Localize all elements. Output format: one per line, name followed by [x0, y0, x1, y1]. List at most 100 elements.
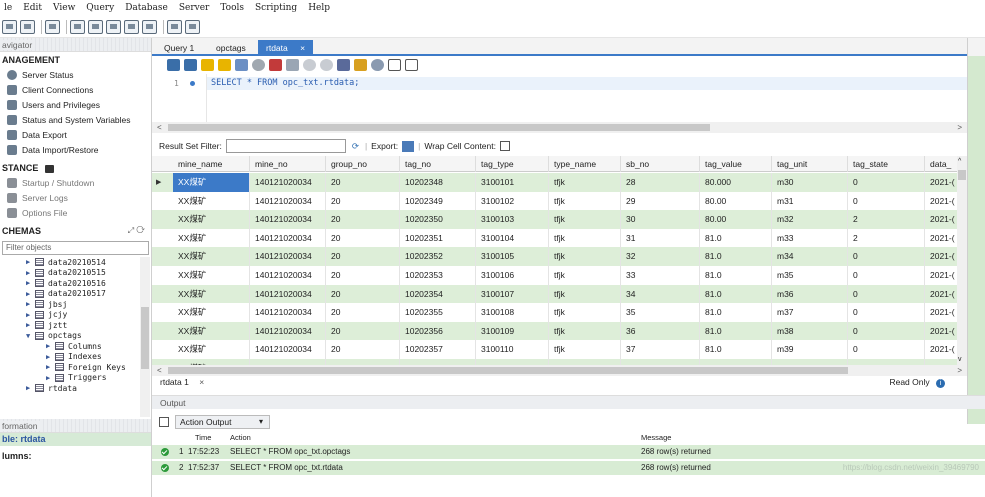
expand-right-icon[interactable]: ▶ [46, 353, 55, 361]
toggle-autocommit-icon[interactable] [286, 59, 299, 71]
expand-right-icon[interactable]: ▶ [26, 321, 35, 329]
table-cell[interactable]: 0 [848, 247, 925, 266]
table-cell[interactable]: 140121020034 [250, 303, 326, 322]
table-cell[interactable]: tfjk [549, 228, 621, 248]
create-function-icon[interactable] [142, 19, 157, 34]
table-cell[interactable]: 10202348 [400, 173, 476, 192]
table-cell[interactable]: 2 [848, 228, 925, 248]
table-cell[interactable]: XX煤矿 [173, 284, 250, 304]
table-cell[interactable]: m30 [772, 173, 848, 192]
menu-item-le[interactable]: le [4, 3, 12, 13]
schema-tree-item[interactable]: ▶ jbsj [0, 299, 151, 310]
expand-down-icon[interactable]: ▼ [26, 332, 35, 340]
table-cell[interactable]: 20 [326, 303, 400, 322]
menu-item-server[interactable]: Server [179, 3, 210, 13]
output-row[interactable]: 2 17:52:37 SELECT * FROM opc_txt.rtdata … [152, 461, 985, 475]
table-cell[interactable]: 10202349 [400, 191, 476, 211]
table-cell[interactable]: 10202355 [400, 303, 476, 322]
table-cell[interactable]: 10202351 [400, 228, 476, 248]
create-table-icon[interactable] [88, 19, 103, 34]
output-type-select[interactable]: Action Output [175, 415, 270, 429]
table-cell[interactable]: 80.000 [700, 173, 772, 192]
schema-tree-item[interactable]: ▶ data20210516 [0, 278, 151, 289]
schema-tree-item[interactable]: ▶ data20210515 [0, 268, 151, 279]
table-cell[interactable]: 20 [326, 173, 400, 192]
expand-right-icon[interactable]: ▶ [26, 384, 35, 392]
table-cell[interactable]: tfjk [549, 284, 621, 304]
table-cell[interactable]: 81.0 [700, 303, 772, 322]
wrap-cell-icon[interactable] [499, 141, 510, 151]
tab-query-1[interactable]: Query 1 [156, 40, 202, 56]
table-cell[interactable]: 20 [326, 321, 400, 341]
table-cell[interactable]: 81.0 [700, 284, 772, 304]
table-cell[interactable]: tfjk [549, 247, 621, 266]
table-cell[interactable]: 140121020034 [250, 228, 326, 248]
table-row[interactable]: ▶ XX煤矿 140121020034 20 10202348 3100101 tfjk 28… [152, 173, 967, 192]
table-row[interactable]: XX煤矿 140121020034 20 10202351 3100104 tfjk 31 8… [152, 228, 967, 248]
schema-tree-item[interactable]: ▶ data20210514 [0, 257, 151, 268]
find-icon[interactable] [371, 59, 384, 71]
rollback-icon[interactable] [320, 59, 333, 71]
expand-right-icon[interactable]: ▶ [26, 290, 35, 298]
table-row[interactable]: XX煤矿 140121020034 20 10202354 3100107 tfjk 34 8… [152, 284, 967, 304]
table-row[interactable]: XX煤矿 140121020034 20 10202349 3100102 tfjk 29 8… [152, 191, 967, 211]
table-cell[interactable]: tfjk [549, 191, 621, 211]
open-sql-script-icon[interactable] [20, 19, 35, 34]
table-row[interactable]: XX煤矿 140121020034 20 10202353 3100106 tfjk 33 8… [152, 266, 967, 285]
sidebar-item-options-file[interactable]: Options File [0, 205, 151, 220]
grid-horizontal-scrollbar[interactable]: < > [152, 365, 967, 376]
tab-rtdata-1[interactable]: rtdata 1 × [160, 377, 204, 387]
table-cell[interactable]: m33 [772, 228, 848, 248]
menu-item-edit[interactable]: Edit [23, 3, 42, 13]
table-cell[interactable]: XX煤矿 [173, 191, 250, 211]
table-cell[interactable]: 20 [326, 228, 400, 248]
expand-right-icon[interactable]: ▶ [26, 279, 35, 287]
table-cell[interactable]: 140121020034 [250, 173, 326, 192]
result-filter-input[interactable] [225, 139, 346, 153]
table-cell[interactable]: 140121020034 [250, 321, 326, 341]
column-header-type_name[interactable]: type_name [549, 156, 621, 172]
table-cell[interactable]: 28 [621, 173, 700, 192]
table-cell[interactable]: 37 [621, 340, 700, 359]
column-header-mine_no[interactable]: mine_no [250, 156, 326, 172]
table-cell[interactable]: tfjk [549, 173, 621, 192]
tab-rtdata[interactable]: rtdata × [258, 40, 314, 56]
table-cell[interactable]: 3100108 [476, 303, 549, 322]
scroll-up-icon[interactable]: ^ [958, 158, 961, 165]
table-cell[interactable]: 3100102 [476, 191, 549, 211]
table-cell[interactable]: 3100105 [476, 247, 549, 266]
table-cell[interactable]: 29 [621, 191, 700, 211]
expand-right-icon[interactable]: ▶ [46, 374, 55, 382]
table-cell[interactable]: 80.00 [700, 210, 772, 229]
grid-vertical-scrollbar[interactable]: ^ v [957, 156, 967, 365]
table-cell[interactable]: 20 [326, 210, 400, 229]
table-cell[interactable]: XX煤矿 [173, 173, 250, 192]
table-cell[interactable]: 20 [326, 284, 400, 304]
table-cell[interactable]: 20 [326, 340, 400, 359]
table-cell[interactable]: 10202357 [400, 340, 476, 359]
schema-refresh-icon[interactable]: ⤢ ⟳ [128, 226, 145, 236]
table-row[interactable]: XX煤矿 140121020034 20 10202357 3100110 tfjk 37 8… [152, 340, 967, 359]
schema-tree-item[interactable]: ▶ jztt [0, 320, 151, 331]
column-header-tag_state[interactable]: tag_state [848, 156, 925, 172]
table-cell[interactable]: m37 [772, 303, 848, 322]
export-icon[interactable] [402, 140, 415, 152]
table-cell[interactable]: 140121020034 [250, 266, 326, 285]
table-cell[interactable]: 81.0 [700, 266, 772, 285]
expand-right-icon[interactable]: ▶ [46, 342, 55, 350]
table-cell[interactable]: m35 [772, 266, 848, 285]
table-cell[interactable]: 0 [848, 340, 925, 359]
table-cell[interactable]: m36 [772, 284, 848, 304]
close-icon[interactable]: × [300, 43, 305, 53]
close-icon[interactable]: × [199, 377, 204, 387]
sidebar-item-data-import[interactable]: Data Import/Restore [0, 142, 151, 157]
table-cell[interactable]: 10202350 [400, 210, 476, 229]
reconnect-icon[interactable] [185, 19, 200, 34]
execute-icon[interactable] [201, 59, 214, 71]
table-cell[interactable]: 80.00 [700, 191, 772, 211]
table-cell[interactable]: 34 [621, 284, 700, 304]
table-cell[interactable]: 20 [326, 266, 400, 285]
table-cell[interactable]: 81.0 [700, 247, 772, 266]
commit-icon[interactable] [303, 59, 316, 71]
table-cell[interactable]: 140121020034 [250, 191, 326, 211]
